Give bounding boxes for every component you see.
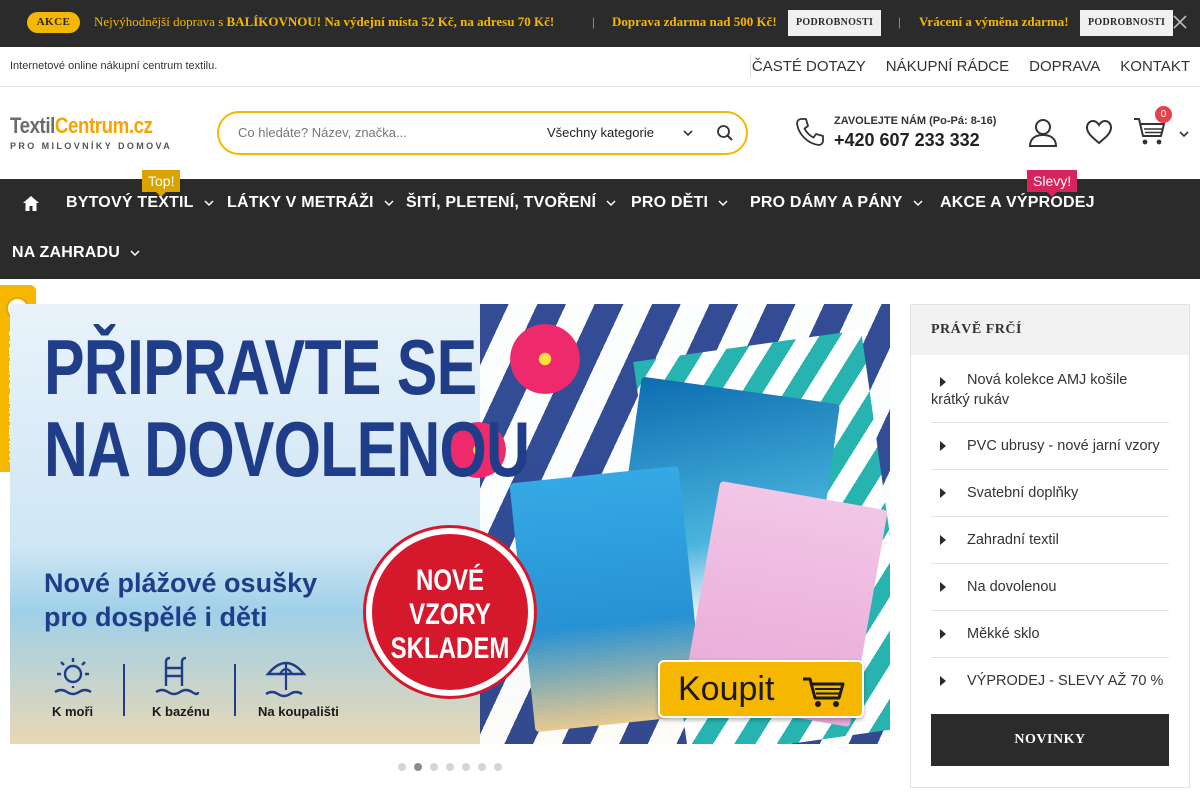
icon-label-swimming-pool: Na koupališti — [258, 704, 339, 719]
umbrella-icon — [265, 661, 307, 698]
nav-label: PRO DÁMY A PÁNY — [750, 194, 903, 211]
close-icon[interactable] — [1172, 14, 1188, 30]
nav-label: LÁTKY V METRÁŽI — [227, 194, 374, 211]
details-button-returns[interactable]: PODROBNOSTI — [1080, 10, 1174, 36]
link-buying-guide[interactable]: NÁKUPNÍ RÁDCE — [886, 58, 1009, 75]
icon-label-pool: K bazénu — [152, 704, 210, 719]
header: TextilCentrum.cz PRO MILOVNÍKY DOMOVA Co… — [0, 88, 1200, 178]
list-item[interactable]: Na dovolenou — [931, 564, 1169, 611]
buy-button[interactable]: Koupit — [658, 660, 864, 718]
list-item[interactable]: PVC ubrusy - nové jarní vzory — [931, 423, 1169, 470]
chevron-down-icon — [913, 200, 923, 207]
nav-item-pro-damy[interactable]: PRO DÁMY A PÁNY — [750, 194, 923, 212]
badge-top: Top! — [142, 170, 181, 197]
search-input[interactable]: Co hledáte? Název, značka... — [238, 125, 407, 140]
link-shipping[interactable]: DOPRAVA — [1029, 58, 1100, 75]
divider — [123, 664, 125, 716]
promo-bar: AKCE Nejvýhodnější doprava s BALÍKOVNOU!… — [0, 0, 1200, 47]
chevron-down-icon — [204, 200, 214, 207]
slider-dot[interactable] — [446, 763, 454, 771]
badge-sale: Slevy! — [1027, 170, 1078, 197]
details-button-free-shipping[interactable]: PODROBNOSTI — [788, 10, 882, 36]
chevron-down-icon[interactable] — [1178, 128, 1190, 140]
promo-message-shipping: Nejvýhodnější doprava s BALÍKOVNOU! Na v… — [94, 14, 555, 29]
buy-label: Koupit — [678, 670, 775, 708]
phone-number[interactable]: +420 607 233 332 — [834, 130, 980, 151]
chevron-down-icon — [130, 250, 140, 257]
slider-dot[interactable] — [462, 763, 470, 771]
promo-message-free: Doprava zdarma nad 500 Kč! — [612, 14, 777, 29]
sun-sea-icon — [54, 658, 92, 696]
pool-icon — [155, 656, 200, 696]
divider — [234, 664, 236, 716]
panel-header: PRÁVĚ FRČÍ — [911, 305, 1189, 355]
chevron-down-icon — [606, 200, 616, 207]
nav-item-na-zahradu[interactable]: NA ZAHRADU — [12, 244, 140, 262]
hero-banner[interactable]: PŘIPRAVTE SE NA DOVOLENOU Nové plážové o… — [10, 304, 890, 744]
nav-label: PRO DĚTI — [631, 194, 709, 211]
hero-headline: PŘIPRAVTE SE NA DOVOLENOU — [44, 323, 530, 493]
list-item[interactable]: Nová kolekce AMJ košile krátký rukáv — [931, 357, 1169, 423]
nav-item-latky[interactable]: LÁTKY V METRÁŽI — [227, 194, 394, 212]
nav-item-siti[interactable]: ŠITÍ, PLETENÍ, TVOŘENÍ — [406, 194, 616, 212]
panel-title: PRÁVĚ FRČÍ — [931, 322, 1022, 337]
list-item[interactable]: Svatební doplňky — [931, 470, 1169, 517]
search-box: Co hledáte? Název, značka... Všechny kat… — [217, 111, 748, 155]
hero-subheadline: Nové plážové osušky pro dospělé i děti — [44, 568, 318, 632]
cart-count-badge: 0 — [1155, 106, 1172, 123]
icon-label-sea: K moři — [52, 704, 94, 719]
promo-separator: | — [592, 14, 595, 29]
phone-icon — [796, 118, 824, 146]
chevron-down-icon[interactable] — [682, 127, 694, 139]
chevron-down-icon — [718, 200, 728, 207]
link-contact[interactable]: KONTAKT — [1120, 58, 1190, 75]
divider — [750, 55, 751, 77]
slider-dot[interactable] — [478, 763, 486, 771]
nav-label: BYTOVÝ TEXTIL — [66, 194, 194, 211]
slider-dot[interactable] — [494, 763, 502, 771]
utility-links: ČASTÉ DOTAZY NÁKUPNÍ RÁDCE DOPRAVA KONTA… — [752, 58, 1190, 75]
logo-slogan: PRO MILOVNÍKY DOMOVA — [10, 141, 173, 151]
call-label: ZAVOLEJTE NÁM (Po-Pá: 8-16) — [834, 115, 997, 127]
nav-label: NA ZAHRADU — [12, 244, 121, 261]
nav-item-pro-deti[interactable]: PRO DĚTI — [631, 194, 728, 212]
list-item[interactable]: Měkké sklo — [931, 611, 1169, 658]
user-icon[interactable] — [1028, 117, 1058, 147]
category-select[interactable]: Všechny kategorie — [547, 125, 654, 140]
main-navigation: Top! BYTOVÝ TEXTIL LÁTKY V METRÁŽI ŠITÍ,… — [0, 170, 1200, 279]
link-faq[interactable]: ČASTÉ DOTAZY — [752, 58, 866, 75]
list-item[interactable]: Zahradní textil — [931, 517, 1169, 564]
nav-label: AKCE A VÝPRODEJ — [940, 194, 1095, 211]
utility-bar: Internetové online nákupní centrum texti… — [0, 47, 1200, 87]
promo-message-returns: Vrácení a výměna zdarma! — [919, 14, 1069, 29]
nav-item-bytovy-textil[interactable]: BYTOVÝ TEXTIL — [66, 194, 214, 212]
promo-separator: | — [898, 14, 901, 29]
site-logo[interactable]: TextilCentrum.cz PRO MILOVNÍKY DOMOVA — [10, 113, 185, 155]
slider-dot[interactable] — [398, 763, 406, 771]
search-icon[interactable] — [716, 124, 734, 142]
nav-item-akce[interactable]: AKCE A VÝPRODEJ — [940, 194, 1095, 212]
cart-icon — [803, 677, 845, 707]
chevron-down-icon — [384, 200, 394, 207]
tagline: Internetové online nákupní centrum texti… — [10, 60, 218, 72]
slider-dot[interactable] — [414, 763, 422, 771]
slider-dot[interactable] — [430, 763, 438, 771]
trending-panel: PRÁVĚ FRČÍ Nová kolekce AMJ košile krátk… — [910, 304, 1190, 788]
heart-icon[interactable] — [1085, 119, 1113, 145]
new-patterns-seal: NOVÉ VZORY SKLADEM — [366, 528, 534, 696]
nav-label: ŠITÍ, PLETENÍ, TVOŘENÍ — [406, 194, 597, 211]
new-arrivals-button[interactable]: NOVINKY — [931, 714, 1169, 766]
akce-badge: AKCE — [27, 12, 80, 33]
slider-dots — [398, 763, 502, 771]
home-icon[interactable] — [23, 196, 39, 211]
list-item[interactable]: VÝPRODEJ - SLEVY AŽ 70 % — [931, 658, 1169, 698]
